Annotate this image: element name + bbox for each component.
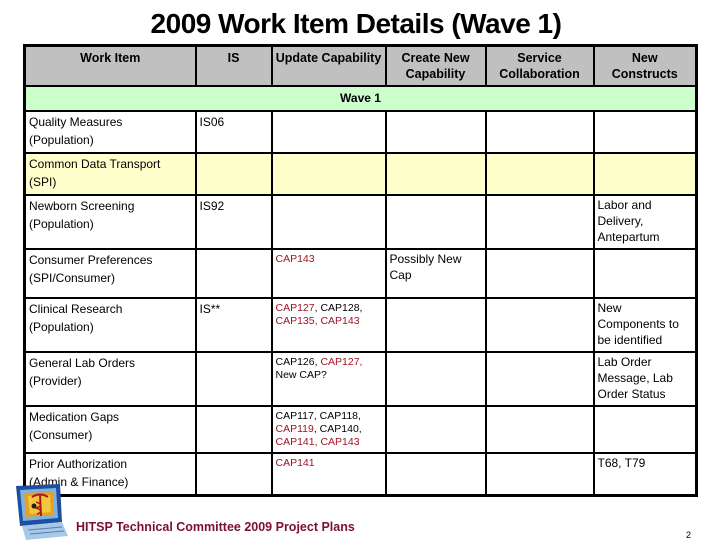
update-capability-cell <box>270 194 387 250</box>
header-create-new-capability: Create New Capability <box>384 44 487 87</box>
header-service-collaboration: Service Collaboration <box>484 44 595 87</box>
create-new-capability-cell <box>384 405 487 454</box>
create-new-capability-cell <box>384 110 487 154</box>
new-constructs-cell: Lab Order Message, Lab Order Status <box>592 351 698 407</box>
service-collaboration-cell <box>484 297 595 353</box>
update-capability-cell <box>270 152 387 196</box>
header-row: Work Item IS Update Capability Create Ne… <box>23 44 698 87</box>
work-item-domain: (SPI/Consumer) <box>29 271 116 285</box>
service-collaboration-cell <box>484 248 595 299</box>
work-item-name: Common Data Transport <box>29 157 161 171</box>
work-item-table: Work Item IS Update Capability Create Ne… <box>23 44 698 497</box>
new-constructs-cell: Labor and Delivery, Antepartum <box>592 194 698 250</box>
create-new-capability-cell <box>384 351 487 407</box>
capability-ref-new: CAP127 <box>275 302 315 314</box>
work-item-name: Clinical Research <box>29 302 123 316</box>
computer-caduceus-logo-icon <box>12 482 68 540</box>
slide-title: 2009 Work Item Details (Wave 1) <box>150 8 562 39</box>
work-item-name: General Lab Orders <box>29 356 136 370</box>
work-item-cell: Common Data Transport (SPI) <box>23 152 197 196</box>
table-row: Consumer Preferences (SPI/Consumer) CAP143… <box>23 248 698 299</box>
wave-row: Wave 1 <box>23 85 698 112</box>
work-item-domain: (Population) <box>29 217 94 231</box>
work-item-cell: Newborn Screening (Population) <box>23 194 197 250</box>
work-item-cell: Quality Measures (Population) <box>23 110 197 154</box>
work-item-name: Quality Measures <box>29 115 123 129</box>
work-item-name: Newborn Screening <box>29 199 135 213</box>
service-collaboration-cell <box>484 152 595 196</box>
work-item-cell: Medication Gaps (Consumer) <box>23 405 197 454</box>
header-update-capability: Update Capability <box>270 44 387 87</box>
table-row: General Lab Orders (Provider) CAP126, CAP1… <box>23 351 698 407</box>
table-row: Quality Measures (Population) IS06 <box>23 110 698 154</box>
table-row: Medication Gaps (Consumer) CAP117, CAP118,… <box>23 405 698 454</box>
new-constructs-cell: T68, T79 <box>592 452 698 496</box>
service-collaboration-cell <box>484 110 595 154</box>
service-collaboration-cell <box>484 351 595 407</box>
new-constructs-cell <box>592 405 698 454</box>
new-constructs-cell <box>592 152 698 196</box>
work-item-cell: General Lab Orders (Provider) <box>23 351 197 407</box>
capability-ref-new: CAP119 <box>275 423 314 435</box>
service-collaboration-cell <box>484 452 595 496</box>
capability-ref: CAP126, <box>275 356 321 368</box>
table-row: Newborn Screening (Population) IS92 Labor a… <box>23 194 698 250</box>
work-item-domain: (Population) <box>29 320 94 334</box>
create-new-capability-cell <box>384 297 487 353</box>
create-new-capability-cell <box>384 452 487 496</box>
new-constructs-cell <box>592 248 698 299</box>
capability-ref-new: CAP143 <box>275 253 315 265</box>
service-collaboration-cell <box>484 405 595 454</box>
capability-ref: CAP117, CAP118, <box>275 410 361 422</box>
is-cell <box>194 248 273 299</box>
is-cell <box>194 351 273 407</box>
table-row: Clinical Research (Population) IS** CAP127,… <box>23 297 698 353</box>
capability-ref-new: CAP141, CAP143 <box>275 436 360 448</box>
wave-label: Wave 1 <box>23 85 698 112</box>
update-capability-cell: CAP141 <box>270 452 387 496</box>
new-constructs-cell: New Components to be identified <box>592 297 698 353</box>
work-item-domain: (SPI) <box>29 175 57 189</box>
work-item-cell: Consumer Preferences (SPI/Consumer) <box>23 248 197 299</box>
new-constructs-cell <box>592 110 698 154</box>
work-item-name: Prior Authorization <box>29 457 128 471</box>
is-cell <box>194 405 273 454</box>
table-row: Prior Authorization (Admin & Finance) CAP1… <box>23 452 698 496</box>
create-new-capability-cell <box>384 152 487 196</box>
capability-ref-new: CAP141 <box>275 457 315 469</box>
header-is: IS <box>194 44 273 87</box>
update-capability-cell: CAP143 <box>270 248 387 299</box>
service-collaboration-cell <box>484 194 595 250</box>
capability-ref-new: CAP135, CAP143 <box>275 315 360 327</box>
work-item-name: Consumer Preferences <box>29 253 153 267</box>
work-item-name: Medication Gaps <box>29 410 120 424</box>
capability-ref: CAP128, <box>320 302 363 314</box>
header-new-constructs: New Constructs <box>592 44 698 87</box>
is-cell: IS** <box>194 297 273 353</box>
capability-ref-new: CAP127, <box>320 356 363 368</box>
capability-ref: , CAP140, <box>313 423 362 435</box>
table-row: Common Data Transport (SPI) <box>23 152 698 196</box>
update-capability-cell: CAP117, CAP118, CAP119, CAP140, CAP141, CA… <box>270 405 387 454</box>
work-item-domain: (Provider) <box>29 374 82 388</box>
update-capability-cell: CAP126, CAP127, New CAP? <box>270 351 387 407</box>
is-cell <box>194 452 273 496</box>
create-new-capability-cell <box>384 194 487 250</box>
create-new-capability-cell: Possibly New Cap <box>384 248 487 299</box>
header-work-item: Work Item <box>23 44 197 87</box>
is-cell: IS92 <box>194 194 273 250</box>
update-capability-cell: CAP127, CAP128, CAP135, CAP143 <box>270 297 387 353</box>
capability-ref: New CAP? <box>275 369 327 381</box>
footer-text: HITSP Technical Committee 2009 Project P… <box>76 520 355 534</box>
update-capability-cell <box>270 110 387 154</box>
work-item-cell: Clinical Research (Population) <box>23 297 197 353</box>
work-item-domain: (Consumer) <box>29 428 93 442</box>
is-cell: IS06 <box>194 110 273 154</box>
work-item-domain: (Population) <box>29 133 94 147</box>
is-cell <box>194 152 273 196</box>
page-number: 2 <box>686 530 692 540</box>
